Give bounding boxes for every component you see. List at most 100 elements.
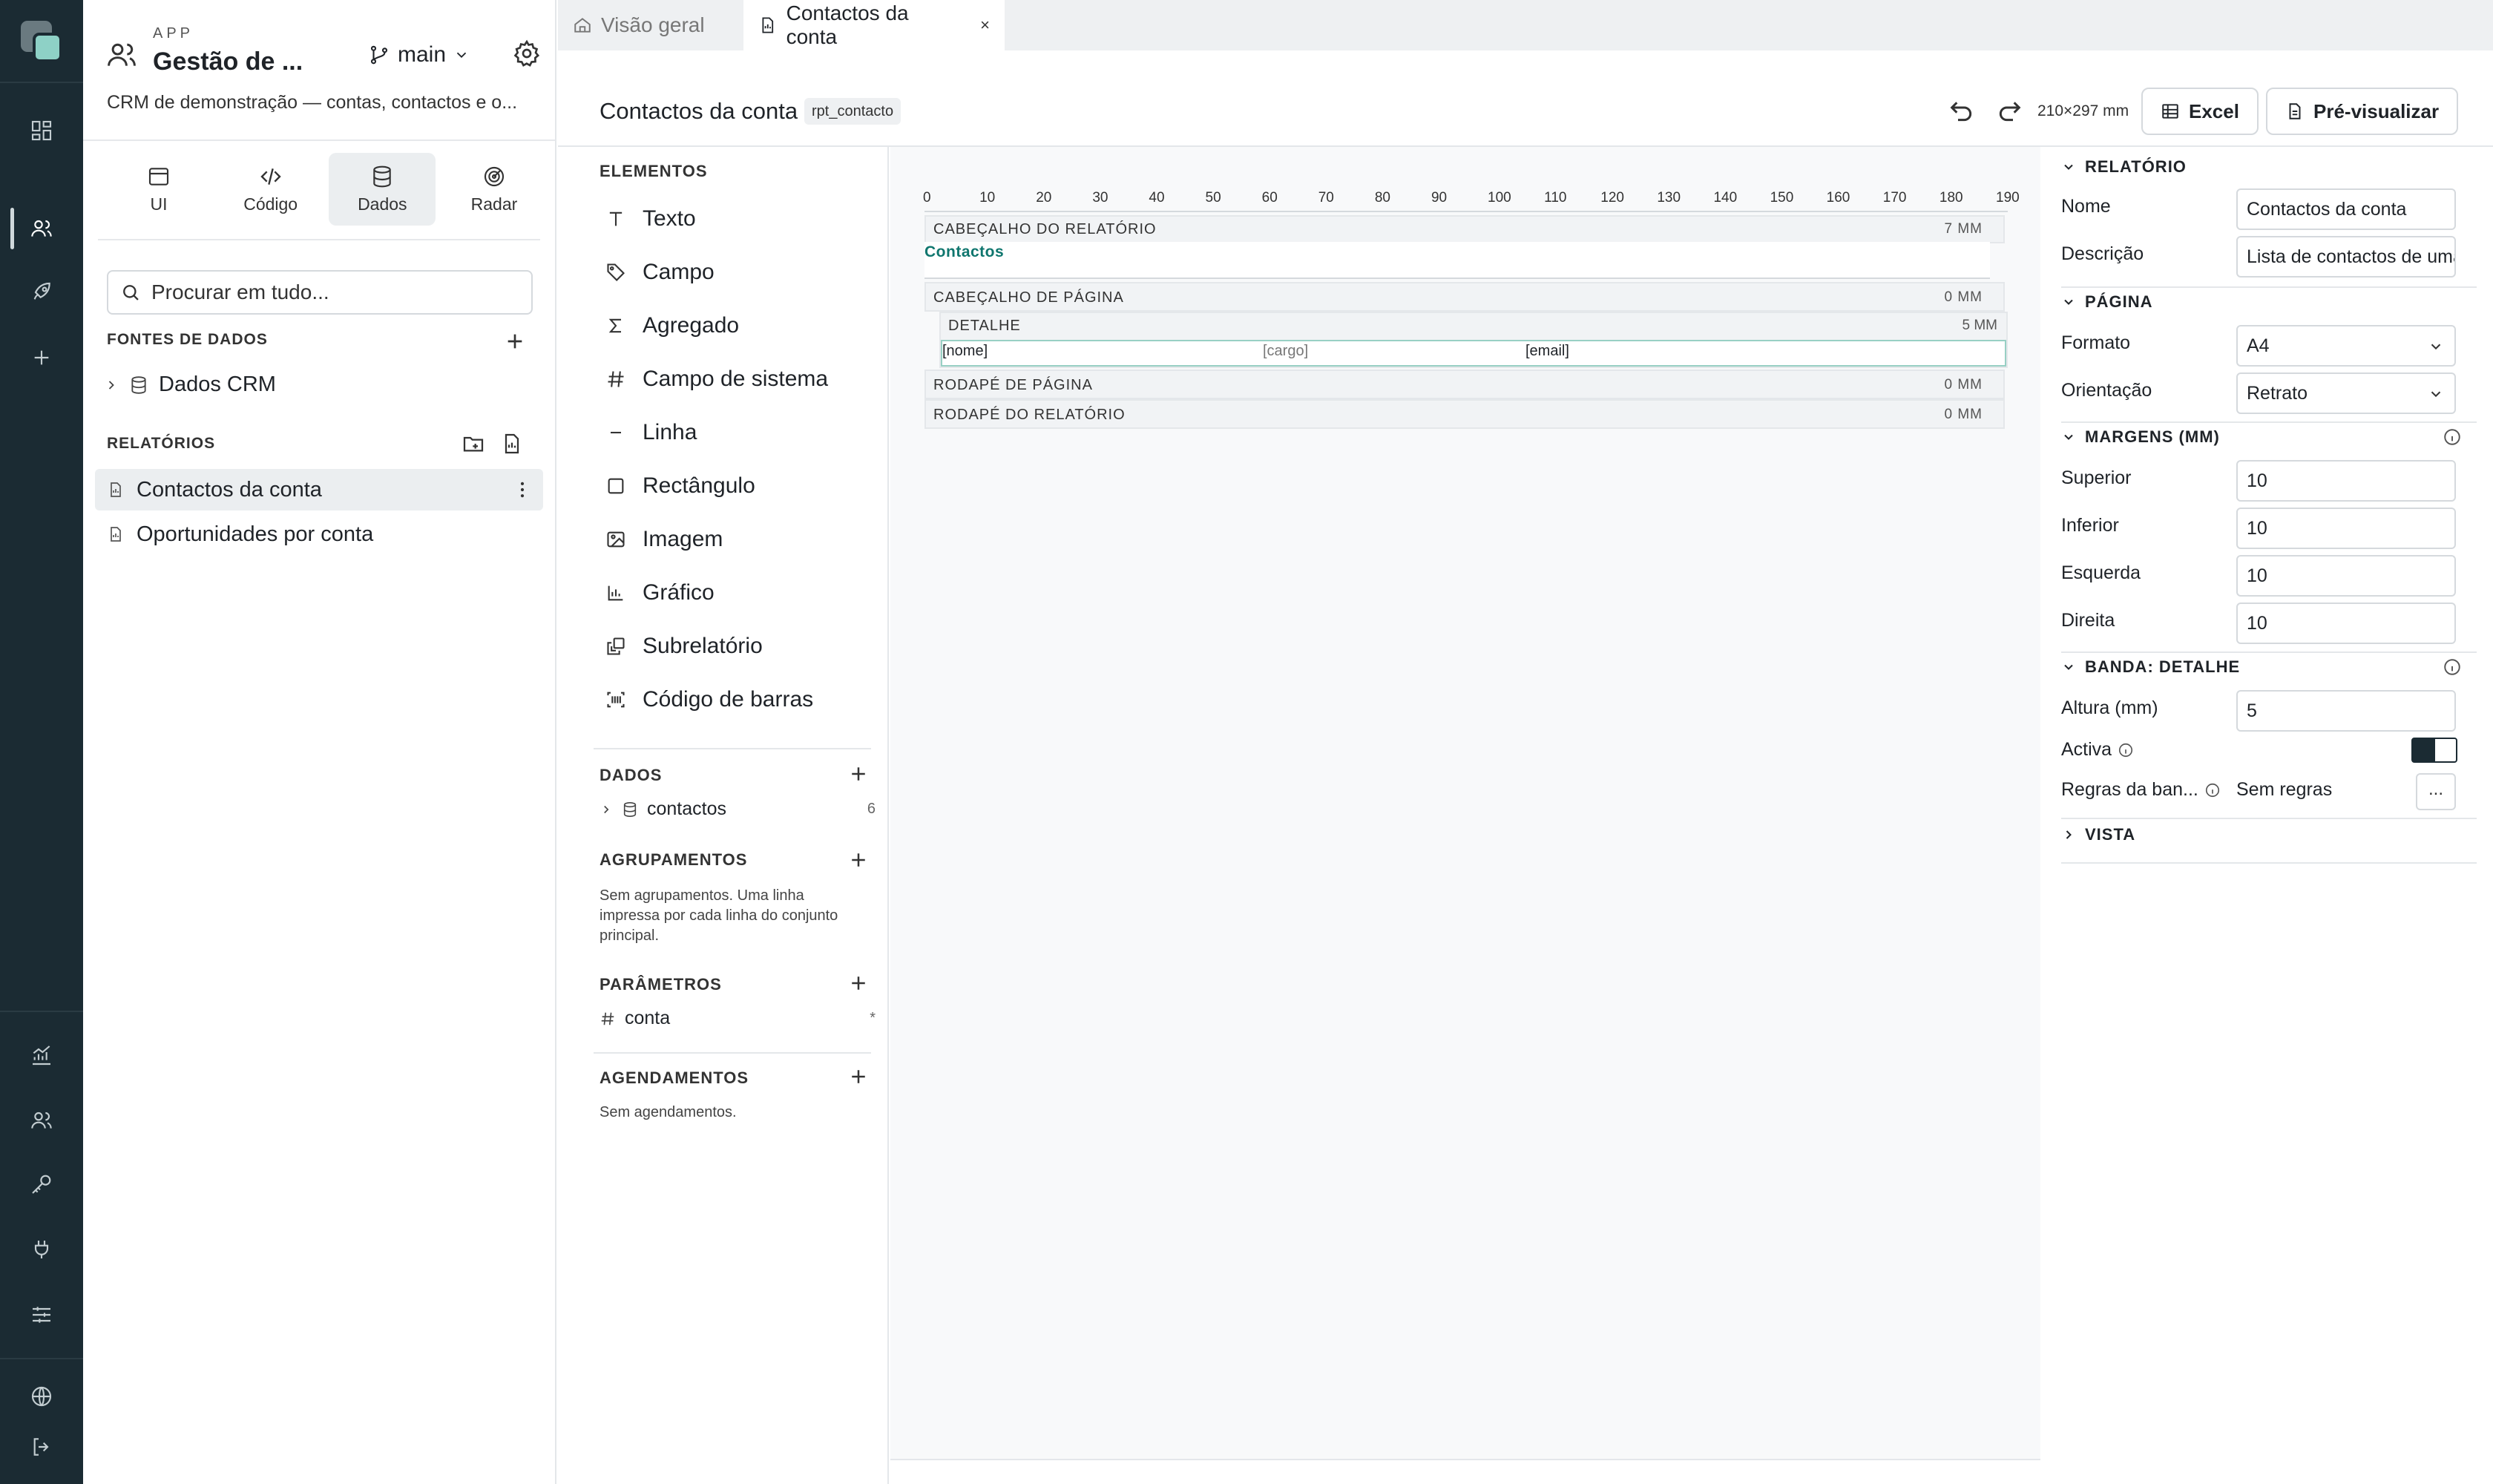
band-active-label: Activa	[2061, 739, 2134, 761]
add-param-icon[interactable]	[847, 972, 870, 994]
name-label: Nome	[2061, 196, 2111, 217]
add-source-icon[interactable]	[503, 329, 527, 353]
params-label: PARÂMETROS	[600, 975, 722, 994]
plug-icon[interactable]	[27, 1235, 56, 1264]
field-cargo[interactable]: [cargo]	[1263, 343, 1308, 360]
name-field[interactable]: Contactos da conta	[2236, 188, 2456, 230]
format-select[interactable]: A4	[2236, 325, 2456, 367]
band-page-header[interactable]: CABEÇALHO DE PÁGINA 0 MM	[924, 282, 2005, 312]
new-folder-icon[interactable]	[462, 432, 485, 456]
dashboard-icon[interactable]	[27, 116, 56, 145]
margin-bottom-field[interactable]: 10	[2236, 508, 2456, 549]
margin-right-field[interactable]: 10	[2236, 603, 2456, 644]
element-linha[interactable]: Linha	[605, 420, 697, 445]
ruler-tick-label: 90	[1431, 190, 1448, 206]
tab-contactos-da-conta[interactable]: Contactos da conta ×	[743, 0, 1005, 50]
preview-button[interactable]: Pré-visualizar	[2266, 88, 2459, 135]
section-relatorio[interactable]: RELATÓRIO	[2061, 157, 2187, 177]
ruler-tick-label: 0	[923, 190, 931, 206]
branch-selector[interactable]: main	[368, 39, 470, 71]
add-schedule-icon[interactable]	[847, 1066, 870, 1088]
info-icon[interactable]	[2443, 427, 2462, 447]
left-rail	[0, 0, 83, 1484]
element-texto[interactable]: Texto	[605, 206, 696, 232]
logout-icon[interactable]	[27, 1432, 56, 1462]
add-group-icon[interactable]	[847, 849, 870, 871]
new-report-icon[interactable]	[500, 432, 524, 456]
element-agregado[interactable]: Agregado	[605, 313, 739, 338]
users-icon[interactable]	[27, 214, 56, 243]
edit-rules-button[interactable]: ...	[2416, 773, 2456, 810]
report-item-contactos[interactable]: Contactos da conta	[95, 469, 543, 510]
table-icon	[2162, 104, 2178, 119]
detail-row[interactable]: [nome] [cargo] [email]	[941, 340, 2006, 367]
margin-left-field[interactable]: 10	[2236, 555, 2456, 597]
dataset-contactos[interactable]: contactos 6	[600, 798, 876, 820]
report-item-oportunidades[interactable]: Oportunidades por conta	[95, 513, 543, 555]
add-data-icon[interactable]	[847, 763, 870, 785]
report-header-body[interactable]: Contactos	[924, 242, 1990, 279]
plus-icon[interactable]	[27, 343, 56, 372]
element-campo-sistema[interactable]: Campo de sistema	[605, 367, 828, 392]
margin-top-label: Superior	[2061, 467, 2132, 488]
search-input[interactable]	[151, 280, 508, 304]
orientation-select[interactable]: Retrato	[2236, 372, 2456, 414]
field-nome[interactable]: [nome]	[942, 343, 988, 360]
info-icon[interactable]	[2443, 657, 2462, 677]
undo-icon[interactable]	[1947, 96, 1977, 126]
close-icon[interactable]: ×	[980, 16, 990, 35]
info-icon[interactable]	[2118, 742, 2134, 758]
tag-icon	[607, 263, 625, 281]
element-imagem[interactable]: Imagem	[605, 527, 723, 552]
redo-icon[interactable]	[1994, 96, 2024, 126]
report-icon	[762, 17, 774, 33]
element-codigo-barras[interactable]: Código de barras	[605, 687, 813, 712]
band-report-footer[interactable]: RODAPÉ DO RELATÓRIO 0 MM	[924, 399, 2005, 429]
gear-icon[interactable]	[512, 39, 542, 68]
description-field[interactable]: Lista de contactos de uma conta	[2236, 236, 2456, 278]
database-icon	[373, 165, 392, 187]
tab-ui[interactable]: UI	[105, 153, 212, 226]
section-pagina[interactable]: PÁGINA	[2061, 292, 2153, 312]
section-vista[interactable]: VISTA	[2061, 825, 2135, 844]
globe-icon[interactable]	[27, 1382, 56, 1411]
search-box[interactable]	[107, 270, 533, 315]
report-canvas[interactable]: 0 10 20 30 40 50 60 70 80 90 100 110 120 130 140 150 160…	[890, 147, 2040, 1460]
field-email[interactable]: [email]	[1525, 343, 1569, 360]
report-header-text[interactable]: Contactos	[924, 243, 1004, 261]
section-margens[interactable]: MARGENS (MM)	[2061, 427, 2220, 447]
section-banda-detalhe[interactable]: BANDA: DETALHE	[2061, 657, 2240, 677]
chevron-down-icon	[2431, 344, 2441, 350]
band-report-header[interactable]: CABEÇALHO DO RELATÓRIO 7 MM	[924, 215, 2005, 243]
key-icon[interactable]	[27, 1169, 56, 1199]
team-icon[interactable]	[27, 1106, 56, 1135]
rocket-icon[interactable]	[27, 278, 56, 307]
margin-top-field[interactable]: 10	[2236, 460, 2456, 502]
band-height-field[interactable]: 5	[2236, 690, 2456, 732]
excel-button[interactable]: Excel	[2141, 88, 2259, 135]
band-active-toggle[interactable]	[2411, 738, 2457, 763]
band-page-footer[interactable]: RODAPÉ DE PÁGINA 0 MM	[924, 370, 2005, 399]
app-logo[interactable]	[21, 21, 64, 64]
info-icon[interactable]	[2204, 782, 2221, 798]
element-campo[interactable]: Campo	[605, 260, 715, 285]
tab-radar[interactable]: Radar	[441, 153, 548, 226]
sliders-icon[interactable]	[27, 1300, 56, 1330]
tab-data[interactable]: Dados	[329, 153, 436, 226]
element-rectangulo[interactable]: Rectângulo	[605, 473, 755, 499]
element-subrelatorio[interactable]: Subrelatório	[605, 634, 763, 659]
chevron-right-icon	[604, 805, 609, 813]
ruler-tick-label: 160	[1826, 190, 1850, 206]
ruler-tick-label: 170	[1882, 190, 1907, 206]
tree-item-dados-crm[interactable]: Dados CRM	[104, 372, 276, 397]
param-conta[interactable]: conta *	[600, 1008, 876, 1029]
tab-visao-geral[interactable]: Visão geral	[558, 0, 740, 50]
report-icon	[111, 527, 121, 542]
analytics-icon[interactable]	[27, 1040, 56, 1070]
tab-code[interactable]: Código	[217, 153, 324, 226]
barcode-icon	[607, 692, 625, 708]
band-detail[interactable]: DETALHE 5 MM [nome] [cargo] [email]	[939, 312, 2008, 368]
element-grafico[interactable]: Gráfico	[605, 580, 715, 605]
kebab-menu-icon[interactable]	[512, 479, 533, 500]
radar-icon	[484, 166, 505, 186]
